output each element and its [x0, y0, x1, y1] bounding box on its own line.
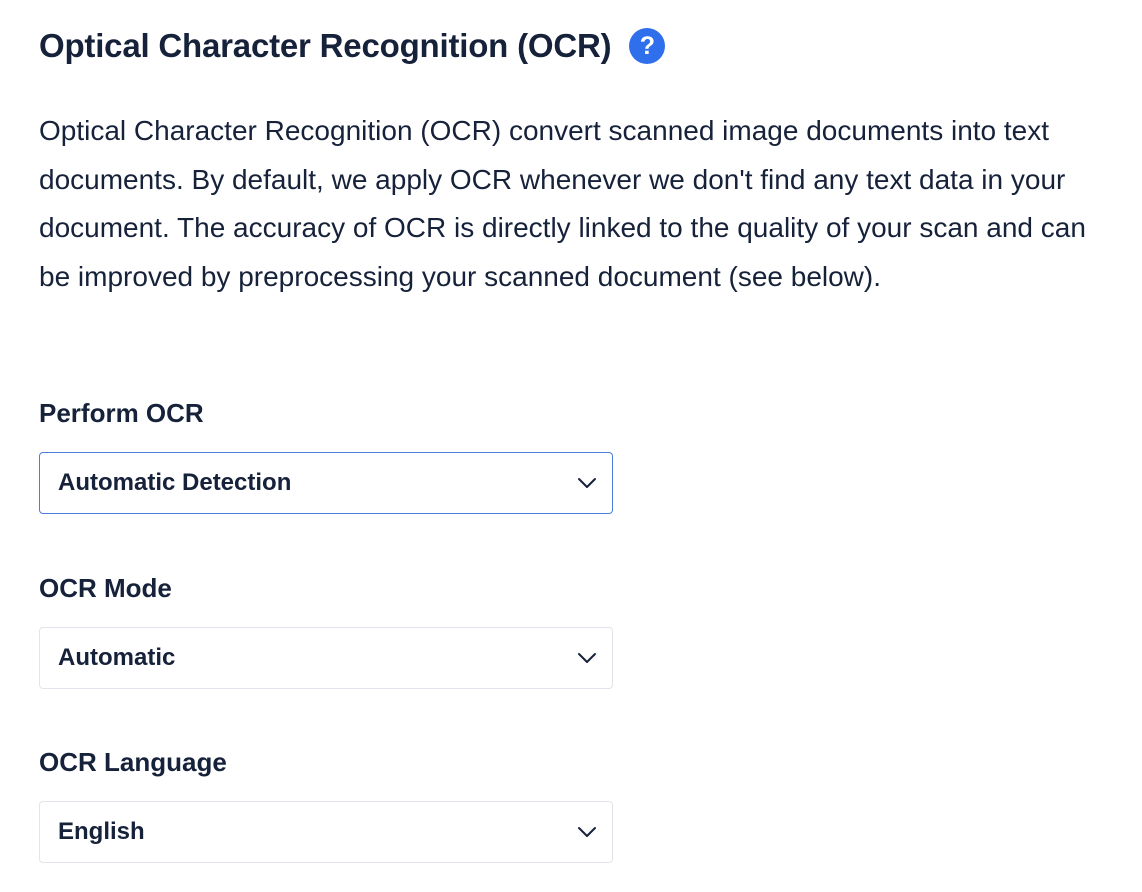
perform-ocr-label: Perform OCR: [39, 398, 204, 428]
ocr-mode-value: Automatic: [58, 644, 176, 671]
perform-ocr-value: Automatic Detection: [58, 469, 292, 496]
question-circle-icon[interactable]: ?: [629, 28, 666, 64]
ocr-language-select[interactable]: English: [39, 801, 613, 863]
chevron-down-icon: [576, 472, 598, 494]
perform-ocr-select[interactable]: Automatic Detection: [39, 452, 613, 514]
ocr-language-label: OCR Language: [39, 747, 227, 777]
ocr-mode-label: OCR Mode: [39, 573, 172, 603]
chevron-down-icon: [576, 647, 598, 669]
section-description: Optical Character Recognition (OCR) conv…: [39, 115, 1086, 292]
ocr-mode-select[interactable]: Automatic: [39, 627, 613, 689]
chevron-down-icon: [576, 821, 598, 843]
help-icon-glyph: ?: [639, 31, 656, 60]
ocr-language-value: English: [58, 818, 145, 845]
section-header: Optical Character Recognition (OCR) ?: [39, 24, 666, 68]
page-title: Optical Character Recognition (OCR): [39, 27, 612, 64]
